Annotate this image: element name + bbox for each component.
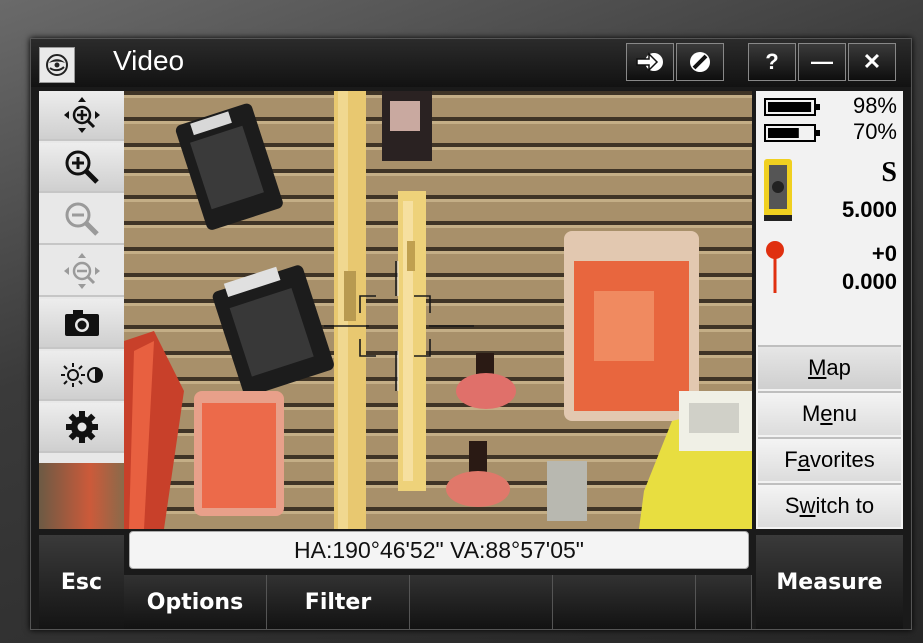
- instrument-value: 5.000: [841, 197, 897, 222]
- target-pin-icon: [766, 241, 784, 293]
- empty-softkey-1[interactable]: [410, 575, 553, 629]
- settings-button[interactable]: [39, 403, 124, 453]
- video-feed[interactable]: [124, 91, 752, 529]
- camera-button[interactable]: [39, 299, 124, 349]
- zoom-out-button[interactable]: [39, 195, 124, 245]
- app-logo-button[interactable]: [39, 47, 75, 83]
- total-station-icon: [764, 159, 792, 221]
- menu-button[interactable]: Me nu: [758, 391, 901, 435]
- battery-2-percent: 70%: [852, 119, 897, 144]
- camera-icon: [64, 310, 99, 336]
- measure-button[interactable]: Measure: [756, 535, 903, 629]
- disconnect-button[interactable]: [676, 43, 724, 81]
- camera-image: [124, 91, 752, 529]
- minimize-button[interactable]: —: [798, 43, 846, 81]
- pan-tool-button[interactable]: [39, 91, 124, 141]
- globe-logo-icon: [46, 54, 68, 76]
- zoom-out-icon: [65, 202, 99, 236]
- esc-button[interactable]: Esc: [39, 535, 124, 629]
- video-toolbar: [39, 91, 124, 463]
- connect-button[interactable]: [626, 43, 674, 81]
- options-button[interactable]: Options: [124, 575, 267, 629]
- gear-icon: [65, 411, 98, 443]
- map-button[interactable]: Map: [758, 345, 901, 389]
- switch-to-button[interactable]: Sw itch to: [758, 483, 901, 527]
- close-button[interactable]: ✕: [848, 43, 896, 81]
- favorites-button[interactable]: Fa vorites: [758, 437, 901, 481]
- no-entry-icon: [690, 52, 710, 72]
- filter-button[interactable]: Filter: [267, 575, 410, 629]
- title-bar: Video ? — ✕: [31, 39, 911, 87]
- controller-window: Video ? — ✕ 98% 70% S 5.000 +0 0.000 M a…: [30, 38, 912, 630]
- zoom-in-button[interactable]: [39, 143, 124, 193]
- empty-softkey-2[interactable]: [553, 575, 696, 629]
- softkey-row: Options Filter: [124, 575, 752, 629]
- angle-readout: HA:190°46'52" VA:88°57'05": [129, 531, 749, 569]
- empty-softkey-3[interactable]: [696, 575, 752, 629]
- target-offset: +0: [871, 241, 897, 266]
- window-title: Video: [113, 45, 185, 76]
- battery-icon: [764, 98, 820, 116]
- enter-arrow-icon: [636, 52, 663, 72]
- zoom-extents-icon: [63, 253, 100, 289]
- brightness-contrast-icon: [60, 363, 103, 387]
- battery-icon: [764, 124, 820, 142]
- help-button[interactable]: ?: [748, 43, 796, 81]
- battery-1-percent: 98%: [852, 93, 897, 118]
- instrument-face: S: [881, 157, 897, 188]
- target-height: 0.000: [841, 269, 897, 294]
- status-panel: 98% 70% S 5.000 +0 0.000 Map Me nu Fa vori: [756, 91, 903, 529]
- pan-zoom-icon: [63, 97, 100, 133]
- brightness-button[interactable]: [39, 351, 124, 401]
- zoom-extents-button[interactable]: [39, 247, 124, 297]
- video-edge-strip: [39, 463, 124, 529]
- zoom-in-icon: [65, 150, 99, 184]
